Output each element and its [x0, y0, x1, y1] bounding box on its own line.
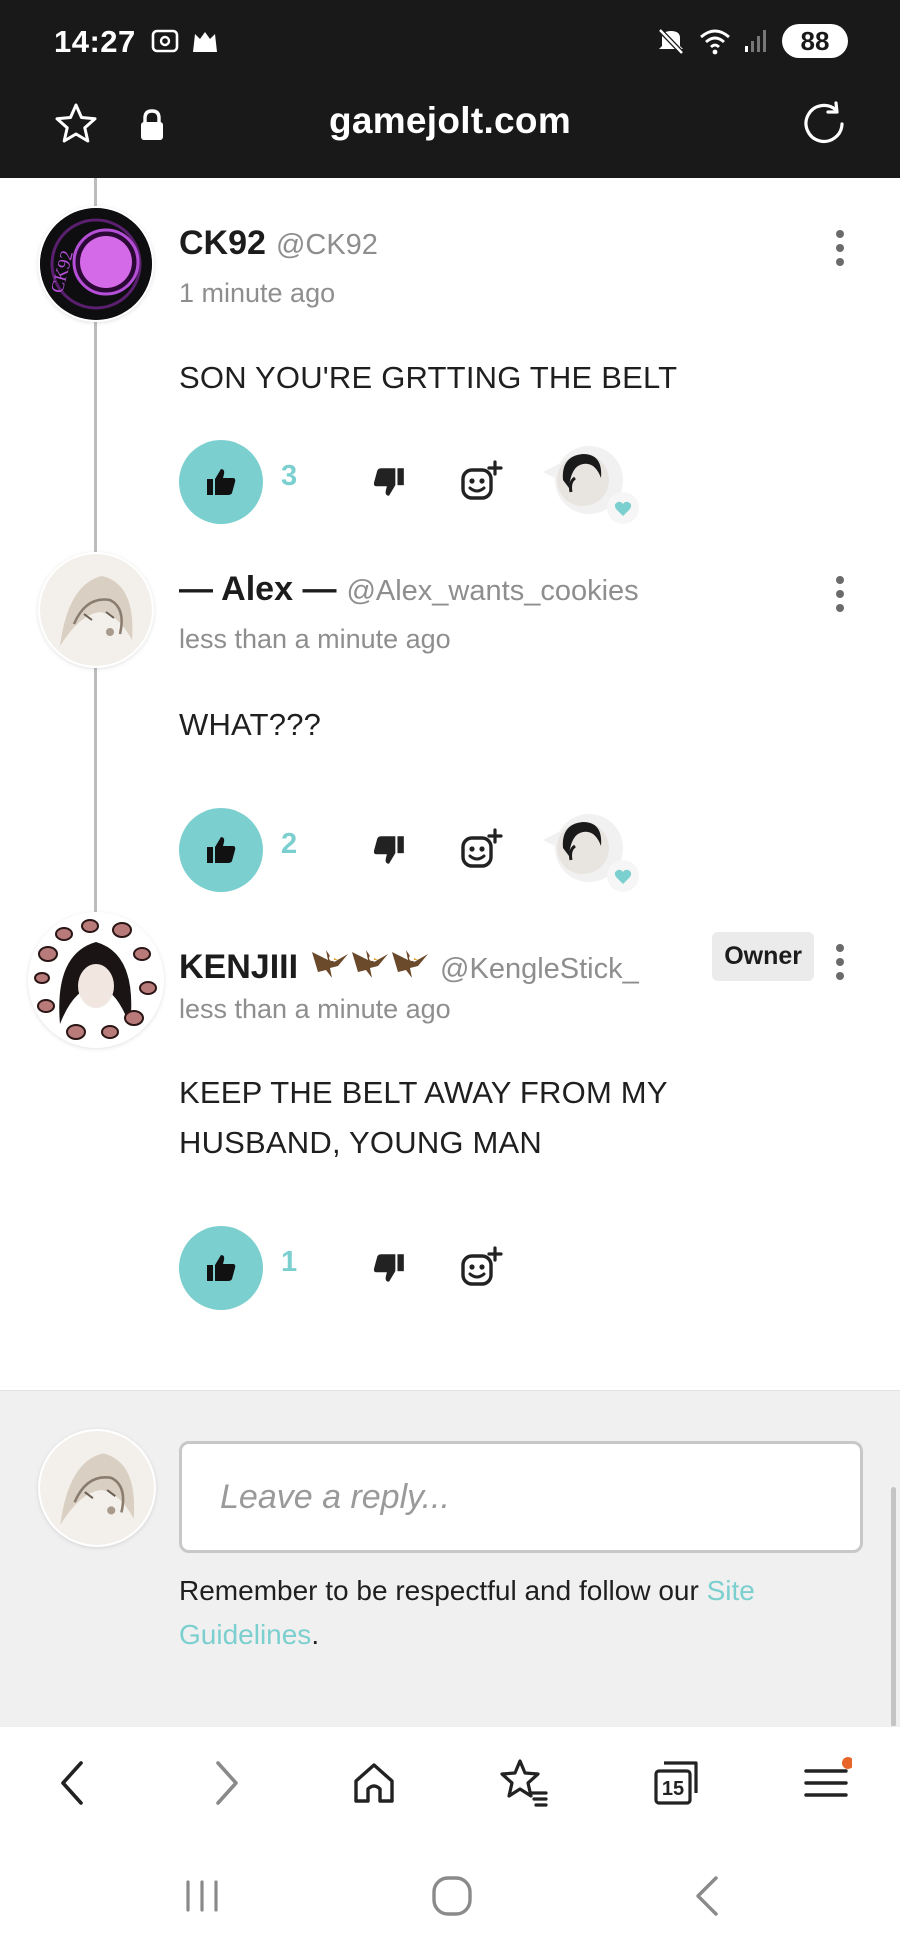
system-back-icon [696, 1876, 718, 1916]
reaction-badge-icon[interactable] [539, 810, 639, 894]
reaction-badge-icon[interactable] [539, 442, 639, 526]
battery-level: 88 [800, 25, 830, 56]
thumbs-down-icon[interactable] [371, 832, 407, 868]
notification-dot [842, 1757, 852, 1769]
forward-icon [216, 1761, 238, 1805]
bookmarks-icon [500, 1759, 548, 1807]
add-reaction-icon[interactable] [459, 460, 503, 504]
tabs-icon: 15 [654, 1761, 698, 1805]
tabs-button[interactable]: 15 [648, 1755, 704, 1811]
address-bar-url[interactable]: gamejolt.com [0, 100, 900, 142]
current-user-avatar [40, 1431, 154, 1545]
guidelines-note: Remember to be respectful and follow our… [179, 1569, 839, 1657]
browser-top-bar: 14:27 88 gamejolt.com [0, 0, 900, 178]
home-button[interactable] [346, 1755, 402, 1811]
reply-composer: Remember to be respectful and follow our… [0, 1390, 900, 1727]
battery-icon: 88 [782, 24, 848, 58]
comment-author-handle[interactable]: @CK92 [276, 229, 378, 262]
like-button[interactable] [179, 1226, 263, 1310]
eagle-emoji-icons [310, 942, 430, 982]
avatar[interactable] [40, 554, 152, 666]
wifi-icon [700, 29, 730, 55]
thumbs-down-icon[interactable] [371, 464, 407, 500]
recents-button[interactable] [174, 1868, 230, 1924]
like-button[interactable] [179, 440, 263, 524]
system-navigation-bar [0, 1838, 900, 1950]
comment-thread: CK92 CK92 @CK92 1 minute ago SON YOU'RE … [0, 178, 900, 1390]
comment-text: SON YOU'RE GRTTING THE BELT [179, 360, 678, 395]
current-user-avatar-art [40, 1431, 154, 1545]
home-icon [354, 1763, 394, 1803]
reply-input[interactable] [179, 1441, 863, 1553]
alex-avatar-art [40, 554, 152, 666]
comment-timestamp: 1 minute ago [179, 278, 336, 308]
guidelines-suffix: . [311, 1619, 320, 1650]
signal-icon [745, 30, 766, 52]
add-reaction-icon[interactable] [459, 1246, 503, 1290]
more-options-icon[interactable] [832, 942, 848, 982]
thumbs-up-icon [207, 469, 236, 495]
comment-actions: 1 [179, 1226, 739, 1310]
comment-actions: 2 [179, 808, 739, 892]
comment-timestamp: less than a minute ago [179, 994, 451, 1024]
thumbs-up-icon [207, 1255, 236, 1281]
more-options-icon[interactable] [832, 574, 848, 614]
screenshot-icon [151, 29, 179, 53]
eagle-icon [352, 950, 389, 978]
avatar[interactable]: CK92 [40, 208, 152, 320]
more-options-icon[interactable] [832, 228, 848, 268]
kenji-avatar-art [30, 914, 162, 1046]
menu-icon [804, 1757, 852, 1797]
mute-icon [658, 28, 684, 55]
ck92-avatar-art: CK92 [40, 208, 152, 320]
recents-icon [186, 1880, 218, 1912]
back-button[interactable] [45, 1755, 101, 1811]
comment-text: WHAT??? [179, 707, 322, 742]
comment-actions: 3 [179, 440, 739, 524]
avatar[interactable] [30, 914, 162, 1046]
back-icon [61, 1761, 83, 1805]
reload-icon[interactable] [800, 100, 848, 148]
system-back-button[interactable] [680, 1868, 736, 1924]
comment-author-handle[interactable]: @Alex_wants_cookies [346, 575, 638, 608]
like-count: 2 [281, 828, 298, 860]
forward-button[interactable] [198, 1755, 254, 1811]
system-home-button[interactable] [424, 1868, 480, 1924]
eagle-icon [312, 950, 349, 978]
comment-text: KEEP THE BELT AWAY FROM MY HUSBAND, YOUN… [179, 1075, 668, 1160]
thumbs-up-icon [207, 837, 236, 863]
scrollbar[interactable] [891, 1487, 896, 1727]
comment-author-handle[interactable]: @KengleStick_ [440, 953, 639, 986]
bookmarks-button[interactable] [496, 1755, 552, 1811]
owner-badge: Owner [712, 932, 814, 981]
like-button[interactable] [179, 808, 263, 892]
guidelines-prefix: Remember to be respectful and follow our [179, 1575, 707, 1606]
like-count: 3 [281, 460, 298, 492]
thumbs-down-icon[interactable] [371, 1250, 407, 1286]
tabs-count: 15 [662, 1778, 684, 1800]
comment-author-name[interactable]: — Alex — [179, 570, 336, 609]
eagle-icon [392, 950, 429, 978]
menu-button[interactable] [798, 1755, 854, 1811]
status-time: 14:27 [54, 24, 136, 59]
comment-author-name[interactable]: CK92 [179, 224, 266, 263]
comment-timestamp: less than a minute ago [179, 624, 451, 654]
cat-icon [193, 32, 217, 52]
like-count: 1 [281, 1246, 298, 1278]
browser-bottom-bar: 15 [0, 1726, 900, 1838]
home-circle-icon [432, 1876, 472, 1916]
add-reaction-icon[interactable] [459, 828, 503, 872]
comment-author-name[interactable]: KENJIII [179, 948, 298, 987]
